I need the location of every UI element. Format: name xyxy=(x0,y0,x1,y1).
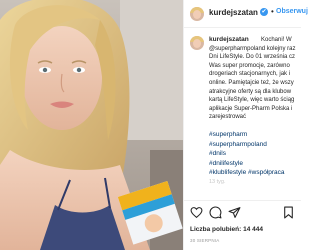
avatar[interactable] xyxy=(190,7,204,21)
author-username[interactable]: kurdejszatan xyxy=(209,8,258,17)
follow-button[interactable]: Obserwuj xyxy=(276,8,308,15)
post-photo[interactable] xyxy=(0,0,183,250)
share-icon[interactable] xyxy=(228,206,241,219)
post-header: kurdejszatan ✔ • Obserwuj xyxy=(184,0,308,28)
hashtag[interactable]: #klublifestyle #współpraca xyxy=(209,168,301,178)
hashtag[interactable]: #superpharmpoland xyxy=(209,140,301,150)
comment-icon[interactable] xyxy=(209,206,222,219)
caption-timestamp: 13 tyg. xyxy=(209,179,226,185)
avatar-face xyxy=(193,10,201,19)
instagram-post: kurdejszatan ✔ • Obserwuj kurdejszatan K… xyxy=(0,0,308,250)
caption-text: Kochani! W @superpharmpoland kolejny raz… xyxy=(209,36,301,128)
likes-count[interactable]: Liczba polubień: 14 444 xyxy=(190,226,263,233)
heart-icon[interactable] xyxy=(190,206,203,219)
hashtag[interactable]: #superpharm xyxy=(209,130,301,140)
caption-section: kurdejszatan Kochani! W @superpharmpolan… xyxy=(184,28,301,198)
bookmark-icon[interactable] xyxy=(282,206,295,219)
separator-dot: • xyxy=(271,7,274,16)
caption-avatar[interactable] xyxy=(190,36,204,50)
hashtag-list: #superpharm #superpharmpoland #dnils #dn… xyxy=(209,130,301,178)
post-date: 30 SIERPNIA xyxy=(190,238,220,243)
caption-body: Kochani! W @superpharmpoland kolejny raz… xyxy=(209,37,296,121)
action-bar xyxy=(184,200,301,222)
post-sidebar: kurdejszatan ✔ • Obserwuj kurdejszatan K… xyxy=(183,0,308,250)
avatar-face xyxy=(193,39,201,48)
hashtag[interactable]: #dnilifestyle xyxy=(209,159,301,169)
selfie-image xyxy=(0,0,183,250)
hashtag[interactable]: #dnils xyxy=(209,149,301,159)
verified-badge-icon: ✔ xyxy=(260,8,268,16)
